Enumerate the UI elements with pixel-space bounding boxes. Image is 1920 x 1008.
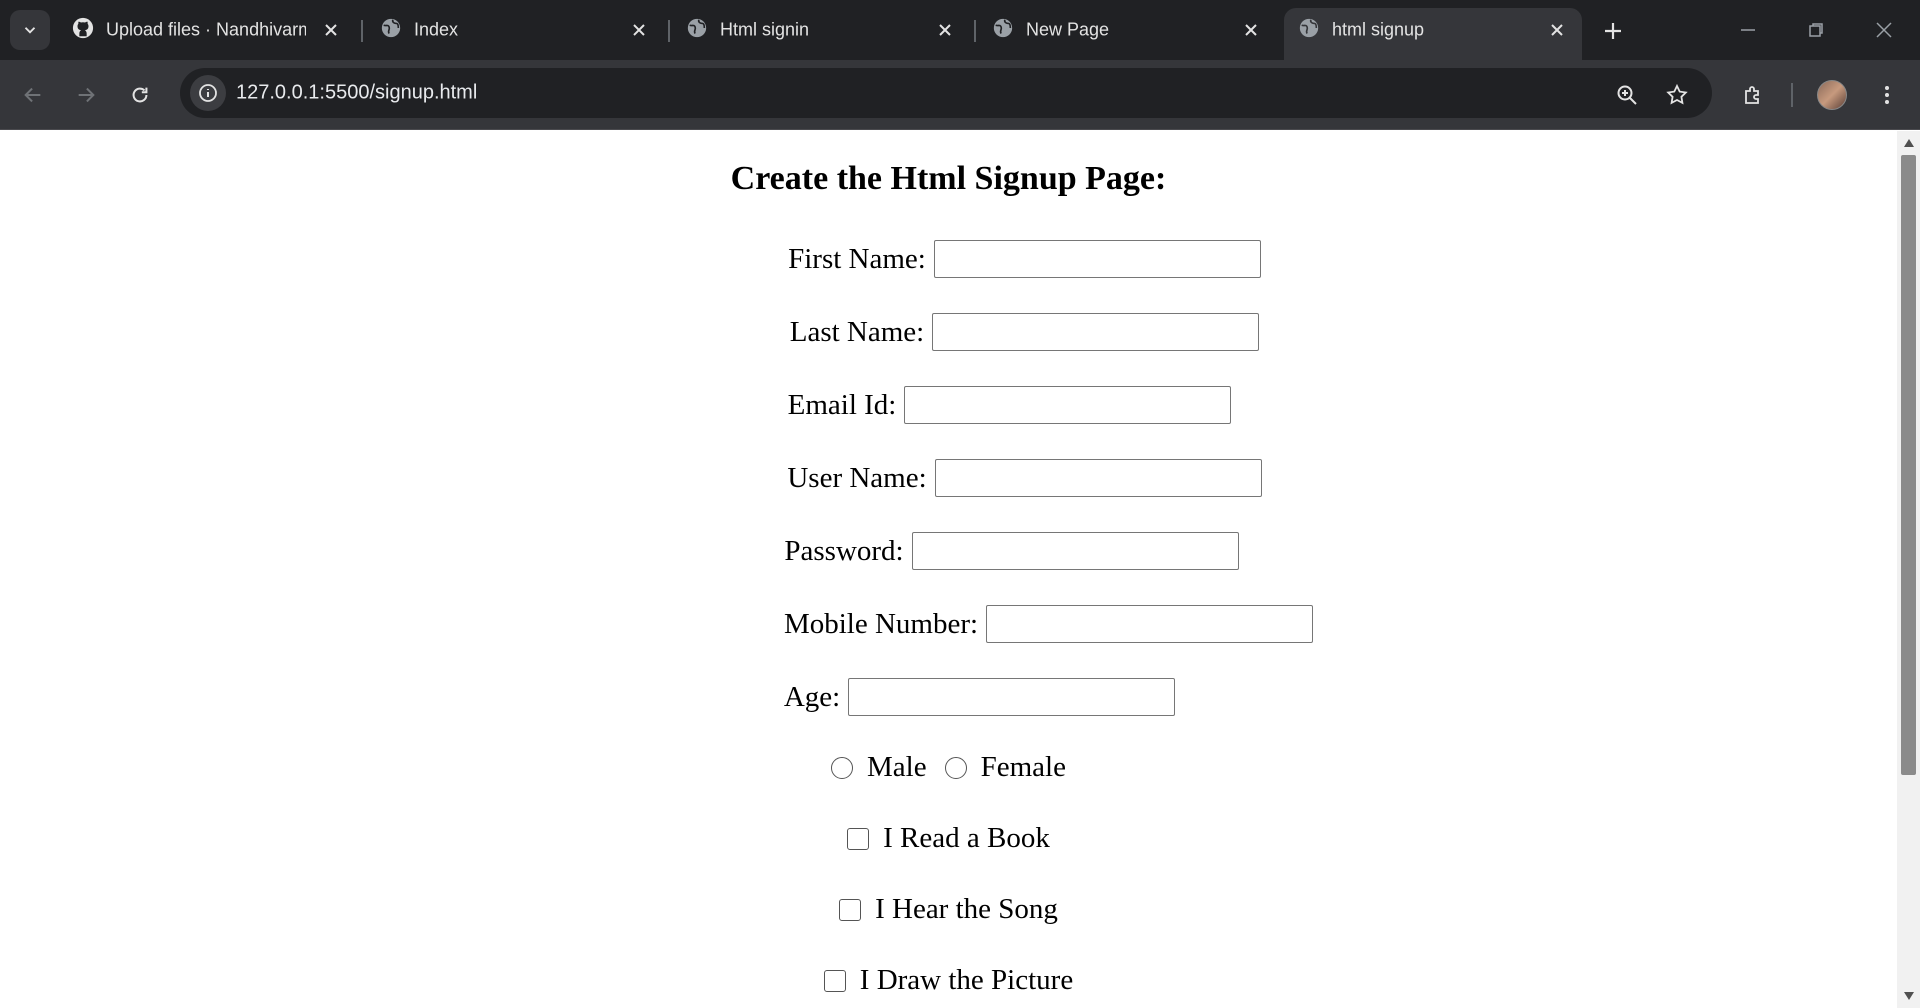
tab-html-signin[interactable]: Html signin	[672, 8, 970, 60]
url-text[interactable]: 127.0.0.1:5500/signup.html	[236, 82, 477, 105]
zoom-in-icon	[1617, 85, 1637, 105]
gender-row: Male Female	[0, 751, 1897, 784]
globe-icon	[381, 18, 401, 38]
page-viewport: Create the Html Signup Page: First Name:…	[0, 131, 1897, 1008]
first-name-field[interactable]	[933, 240, 1261, 278]
site-info-button[interactable]	[190, 75, 226, 111]
password-label: Password:	[784, 534, 904, 567]
hobby-row: I Read a Book	[0, 822, 1897, 855]
hear-song-checkbox[interactable]	[839, 898, 862, 921]
close-icon[interactable]	[628, 19, 650, 41]
toolbar-divider	[1791, 83, 1793, 107]
female-label: Female	[980, 751, 1066, 783]
info-icon	[199, 84, 217, 102]
tab-divider	[668, 20, 670, 42]
last-name-row: Last Name:	[76, 313, 1897, 351]
minimize-icon	[1741, 29, 1755, 31]
scroll-thumb[interactable]	[1901, 155, 1916, 775]
globe-icon	[993, 18, 1013, 38]
hear-song-label: I Hear the Song	[875, 893, 1058, 925]
back-arrow-icon	[24, 87, 41, 103]
tab-new-page[interactable]: New Page	[978, 8, 1276, 60]
minimize-button[interactable]	[1728, 10, 1768, 50]
globe-icon	[687, 18, 707, 38]
last-name-label: Last Name:	[789, 315, 925, 348]
mobile-number-row: Mobile Number:	[100, 605, 1897, 643]
new-tab-button[interactable]	[1596, 14, 1630, 48]
triangle-down-icon	[1903, 992, 1914, 1000]
mobile-number-label: Mobile Number:	[783, 607, 979, 640]
tab-title: Html signin	[720, 19, 810, 40]
zoom-button[interactable]	[1608, 76, 1646, 114]
globe-icon	[1299, 18, 1319, 38]
user-name-field[interactable]	[934, 459, 1262, 497]
tab-search-button[interactable]	[10, 10, 50, 50]
user-name-label: User Name:	[787, 461, 927, 494]
tab-title: Upload files · Nandhivarm	[106, 19, 306, 40]
first-name-row: First Name:	[76, 240, 1897, 278]
forward-arrow-icon	[78, 87, 95, 103]
reload-icon	[132, 87, 148, 103]
tab-title: html signup	[1332, 19, 1425, 40]
password-row: Password:	[63, 532, 1897, 570]
draw-picture-label: I Draw the Picture	[859, 964, 1074, 996]
puzzle-icon	[1745, 86, 1759, 104]
age-row: Age:	[31, 678, 1897, 716]
scroll-up-button[interactable]	[1897, 131, 1920, 155]
password-field[interactable]	[911, 532, 1239, 570]
male-radio[interactable]	[831, 756, 854, 779]
read-book-label: I Read a Book	[883, 822, 1050, 854]
email-field[interactable]	[904, 386, 1232, 424]
draw-picture-checkbox[interactable]	[823, 969, 846, 992]
close-icon[interactable]	[1546, 19, 1568, 41]
tab-title: Index	[414, 19, 459, 40]
tab-divider	[974, 20, 976, 42]
restore-icon	[1809, 23, 1823, 37]
tab-strip: Upload files · Nandhivarm Index Html sig…	[0, 0, 1920, 60]
tab-html-signup[interactable]: html signup	[1284, 8, 1582, 60]
plus-icon	[1605, 23, 1621, 39]
user-name-row: User Name:	[76, 459, 1897, 497]
github-icon	[72, 17, 94, 39]
back-button[interactable]	[14, 76, 52, 114]
tab-title: New Page	[1026, 19, 1110, 40]
hobby-row: I Draw the Picture	[0, 964, 1897, 997]
tab-index[interactable]: Index	[366, 8, 664, 60]
address-bar[interactable]: 127.0.0.1:5500/signup.html	[180, 68, 1712, 118]
star-icon	[1666, 83, 1688, 105]
restore-button[interactable]	[1796, 10, 1836, 50]
hobby-row: I Hear the Song	[0, 893, 1897, 926]
profile-avatar[interactable]	[1817, 80, 1847, 110]
bookmark-button[interactable]	[1658, 76, 1696, 114]
scroll-down-button[interactable]	[1897, 984, 1920, 1008]
age-field[interactable]	[848, 678, 1176, 716]
female-radio[interactable]	[944, 756, 967, 779]
tab-divider	[361, 20, 363, 42]
menu-button[interactable]	[1868, 76, 1906, 114]
mobile-number-field[interactable]	[986, 605, 1314, 643]
male-label: Male	[867, 751, 927, 783]
page-title: Create the Html Signup Page:	[730, 160, 1167, 197]
email-label: Email Id:	[787, 388, 897, 421]
vertical-scrollbar[interactable]	[1897, 131, 1920, 1008]
close-icon[interactable]	[320, 19, 342, 41]
tab-upload-files[interactable]: Upload files · Nandhivarm	[58, 8, 356, 60]
browser-toolbar: 127.0.0.1:5500/signup.html	[0, 60, 1920, 130]
chevron-down-icon	[24, 27, 36, 34]
last-name-field[interactable]	[932, 313, 1260, 351]
close-icon	[1876, 22, 1892, 38]
email-row: Email Id:	[61, 386, 1897, 424]
read-book-checkbox[interactable]	[847, 827, 870, 850]
reload-button[interactable]	[121, 76, 159, 114]
age-label: Age:	[783, 680, 841, 713]
first-name-label: First Name:	[788, 242, 926, 275]
close-window-button[interactable]	[1864, 10, 1904, 50]
forward-button[interactable]	[67, 76, 105, 114]
extensions-button[interactable]	[1734, 76, 1772, 114]
close-icon[interactable]	[934, 19, 956, 41]
more-vert-icon	[1885, 86, 1889, 104]
triangle-up-icon	[1903, 139, 1914, 147]
close-icon[interactable]	[1240, 19, 1262, 41]
